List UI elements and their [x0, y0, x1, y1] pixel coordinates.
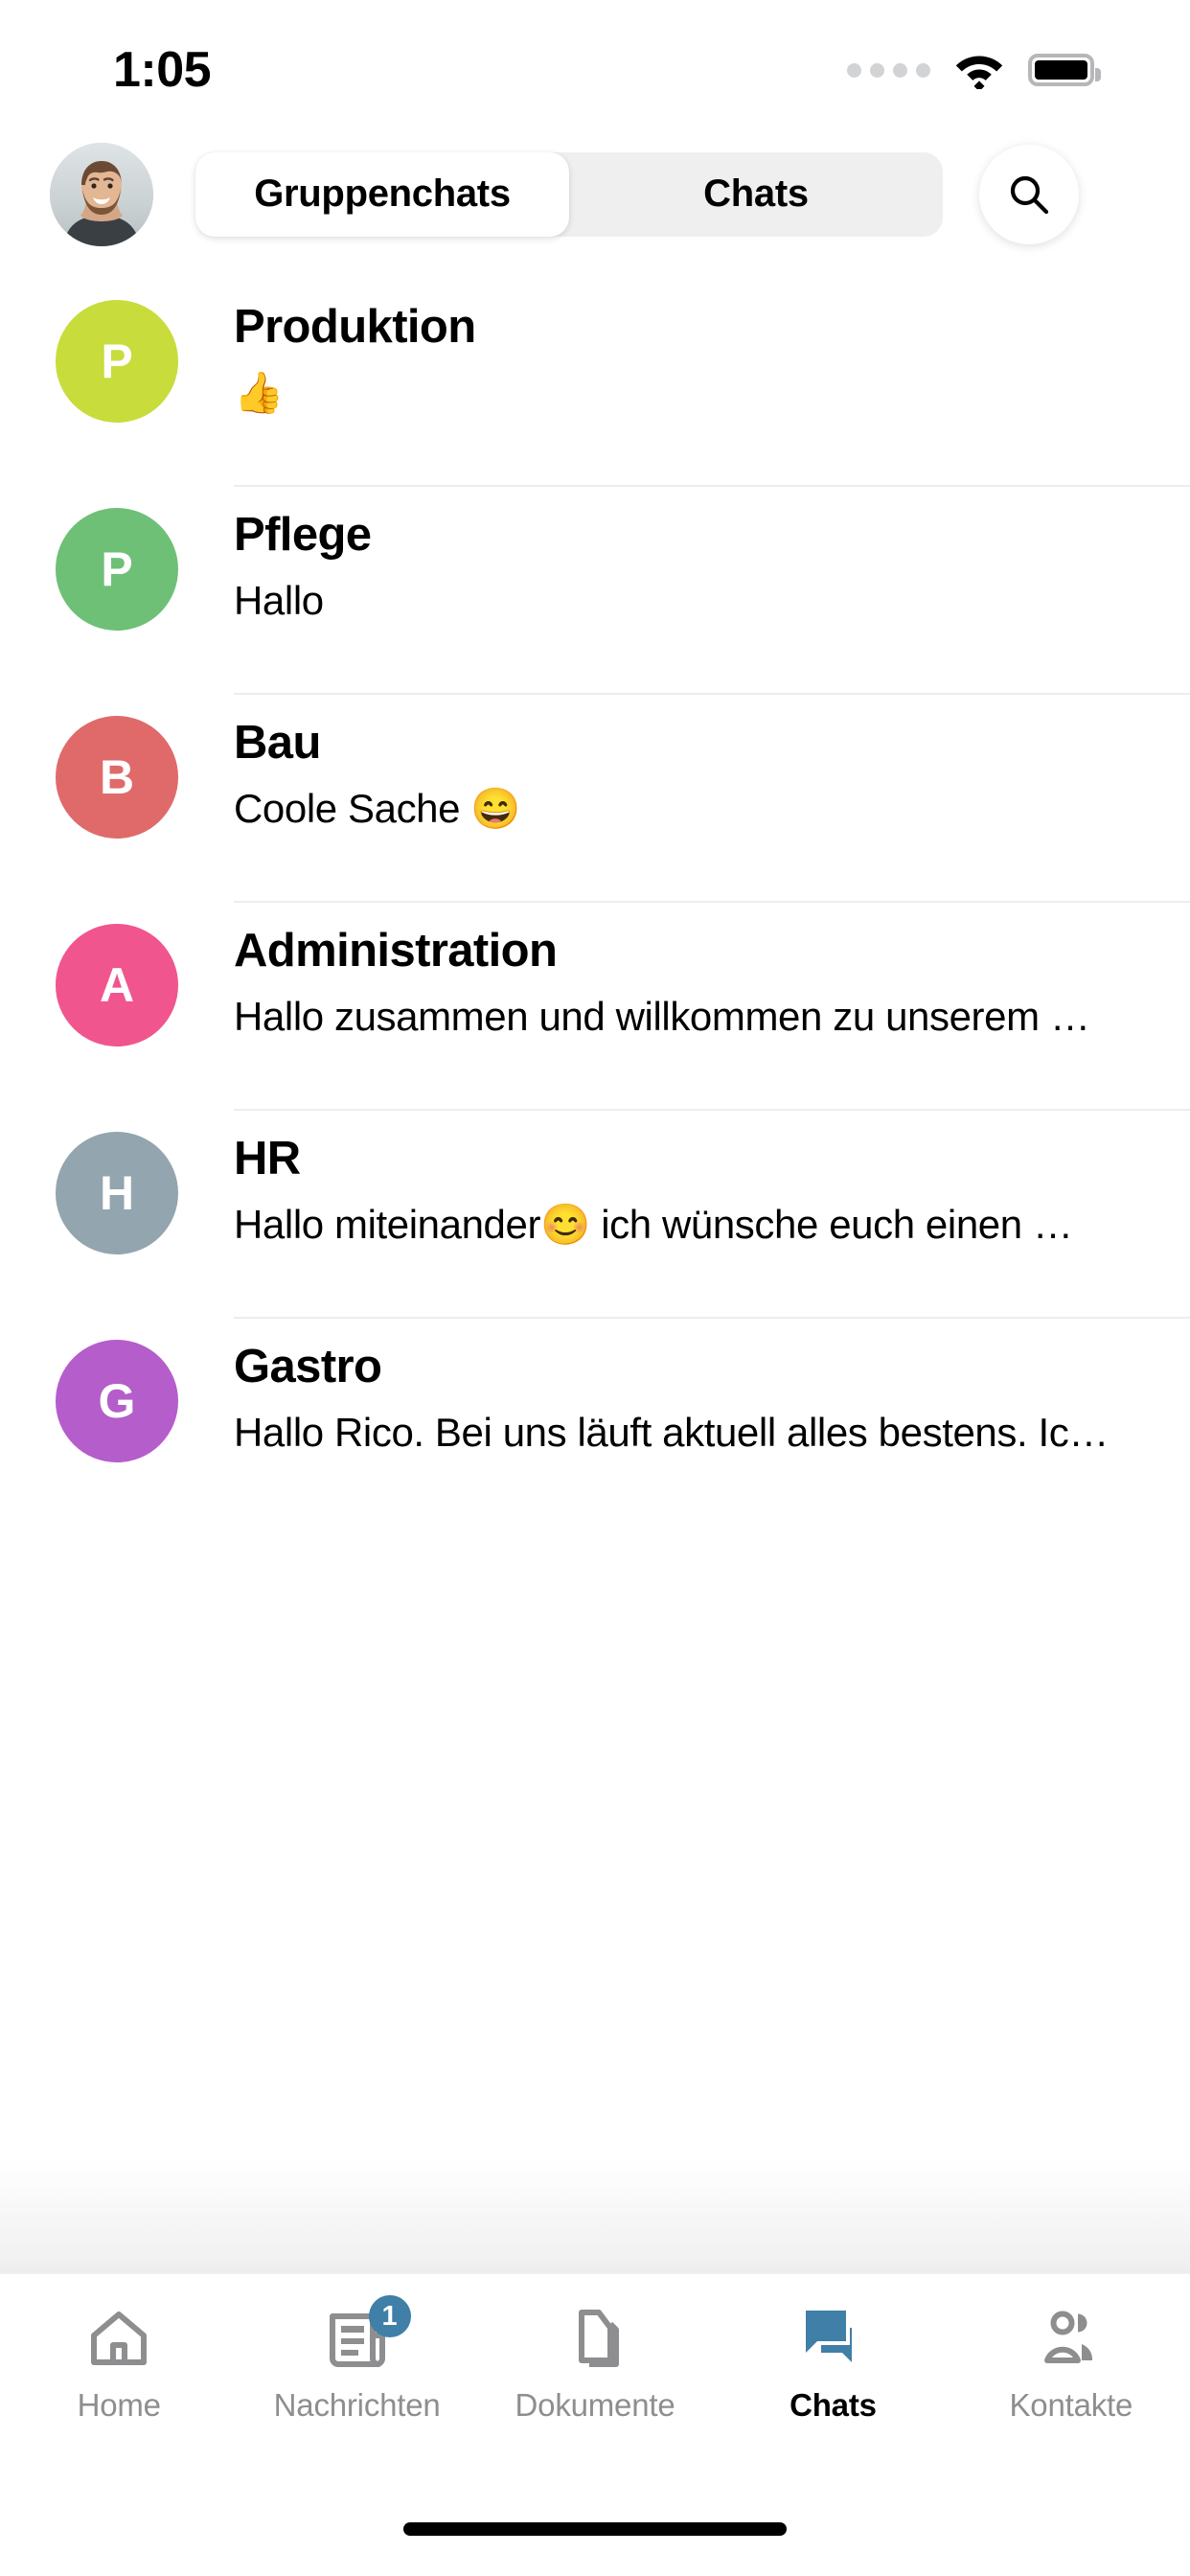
search-button[interactable]	[979, 144, 1079, 244]
wifi-icon	[955, 56, 1003, 89]
chat-text-block: Administration Hallo zusammen und willko…	[234, 903, 1190, 1111]
tab-label: Nachrichten	[273, 2387, 441, 2423]
chat-bubbles-icon	[796, 2301, 869, 2374]
status-indicators	[847, 51, 1101, 89]
status-bar: 1:05	[0, 0, 1190, 130]
tab-kontakte[interactable]: Kontakte	[952, 2301, 1190, 2424]
list-item[interactable]: H HR Hallo miteinander😊 ich wünsche euch…	[0, 1111, 1190, 1319]
chat-avatar-initial: P	[56, 300, 178, 423]
search-icon	[1010, 175, 1049, 214]
tab-dokumente[interactable]: Dokumente	[476, 2301, 714, 2424]
chat-avatar-initial: B	[56, 716, 178, 839]
avatar[interactable]	[50, 142, 153, 246]
chat-avatar-initial: G	[56, 1340, 178, 1462]
tab-nachrichten[interactable]: 1 Nachrichten	[238, 2295, 475, 2424]
home-icon	[82, 2301, 155, 2374]
tab-label: Dokumente	[515, 2387, 675, 2423]
contacts-icon	[1035, 2301, 1108, 2374]
list-item[interactable]: P Pflege Hallo	[0, 487, 1190, 695]
tab-chats[interactable]: Chats	[714, 2301, 951, 2424]
status-time: 1:05	[113, 42, 212, 98]
chat-title: Gastro	[234, 1341, 382, 1392]
list-item[interactable]: G Gastro Hallo Rico. Bei uns läuft aktue…	[0, 1319, 1190, 1527]
battery-full-icon	[1028, 54, 1101, 86]
chat-preview: Hallo zusammen und willkommen zu unserem…	[234, 993, 1090, 1039]
segment-gruppenchats[interactable]: Gruppenchats	[195, 151, 569, 237]
tabbar-scrim	[0, 2158, 1190, 2273]
chat-text-block: Bau Coole Sache 😄	[234, 695, 1190, 903]
app-header: Gruppenchats Chats	[0, 130, 1190, 258]
home-indicator[interactable]	[403, 2522, 787, 2536]
tab-label: Chats	[790, 2387, 877, 2423]
chat-preview: Coole Sache 😄	[234, 785, 521, 831]
chat-text-block: Pflege Hallo	[234, 487, 1190, 695]
chat-filter-segmented-control[interactable]: Gruppenchats Chats	[195, 151, 943, 237]
chat-text-block: HR Hallo miteinander😊 ich wünsche euch e…	[234, 1111, 1190, 1319]
newspaper-icon: 1	[321, 2295, 411, 2374]
list-item[interactable]: B Bau Coole Sache 😄	[0, 695, 1190, 903]
segment-chats[interactable]: Chats	[569, 152, 943, 237]
tab-label: Kontakte	[1009, 2387, 1133, 2423]
chat-avatar-initial: H	[56, 1132, 178, 1254]
chat-title: Pflege	[234, 509, 372, 561]
chat-avatar-initial: A	[56, 924, 178, 1046]
bottom-tab-bar[interactable]: Home 1 Nachrichten Dokumente Chats Konta…	[0, 2273, 1190, 2465]
chat-title: Produktion	[234, 301, 476, 353]
chat-text-block: Produktion 👍	[234, 279, 1190, 487]
status-badge: 1	[368, 2295, 411, 2337]
chat-preview: Hallo miteinander😊 ich wünsche euch eine…	[234, 1201, 1073, 1247]
group-chat-list[interactable]: P Produktion 👍 P Pflege Hallo B Bau Cool…	[0, 258, 1190, 2158]
chat-title: Bau	[234, 717, 321, 769]
chat-avatar-initial: P	[56, 508, 178, 631]
chat-preview: 👍	[234, 369, 284, 415]
chat-title: HR	[234, 1133, 301, 1184]
chat-title: Administration	[234, 925, 558, 977]
tab-home[interactable]: Home	[0, 2301, 238, 2424]
home-indicator-area	[0, 2465, 1190, 2576]
list-item[interactable]: A Administration Hallo zusammen und will…	[0, 903, 1190, 1111]
signal-dots-icon	[847, 62, 930, 78]
chat-preview: Hallo	[234, 577, 324, 623]
chat-preview: Hallo Rico. Bei uns läuft aktuell alles …	[234, 1409, 1109, 1455]
chat-text-block: Gastro Hallo Rico. Bei uns läuft aktuell…	[234, 1319, 1190, 1527]
documents-icon	[559, 2301, 631, 2374]
tab-label: Home	[77, 2387, 161, 2423]
list-item[interactable]: P Produktion 👍	[0, 279, 1190, 487]
app-screen: 1:05 Gruppenchats Chats P Produktion 👍 P…	[0, 0, 1190, 2576]
